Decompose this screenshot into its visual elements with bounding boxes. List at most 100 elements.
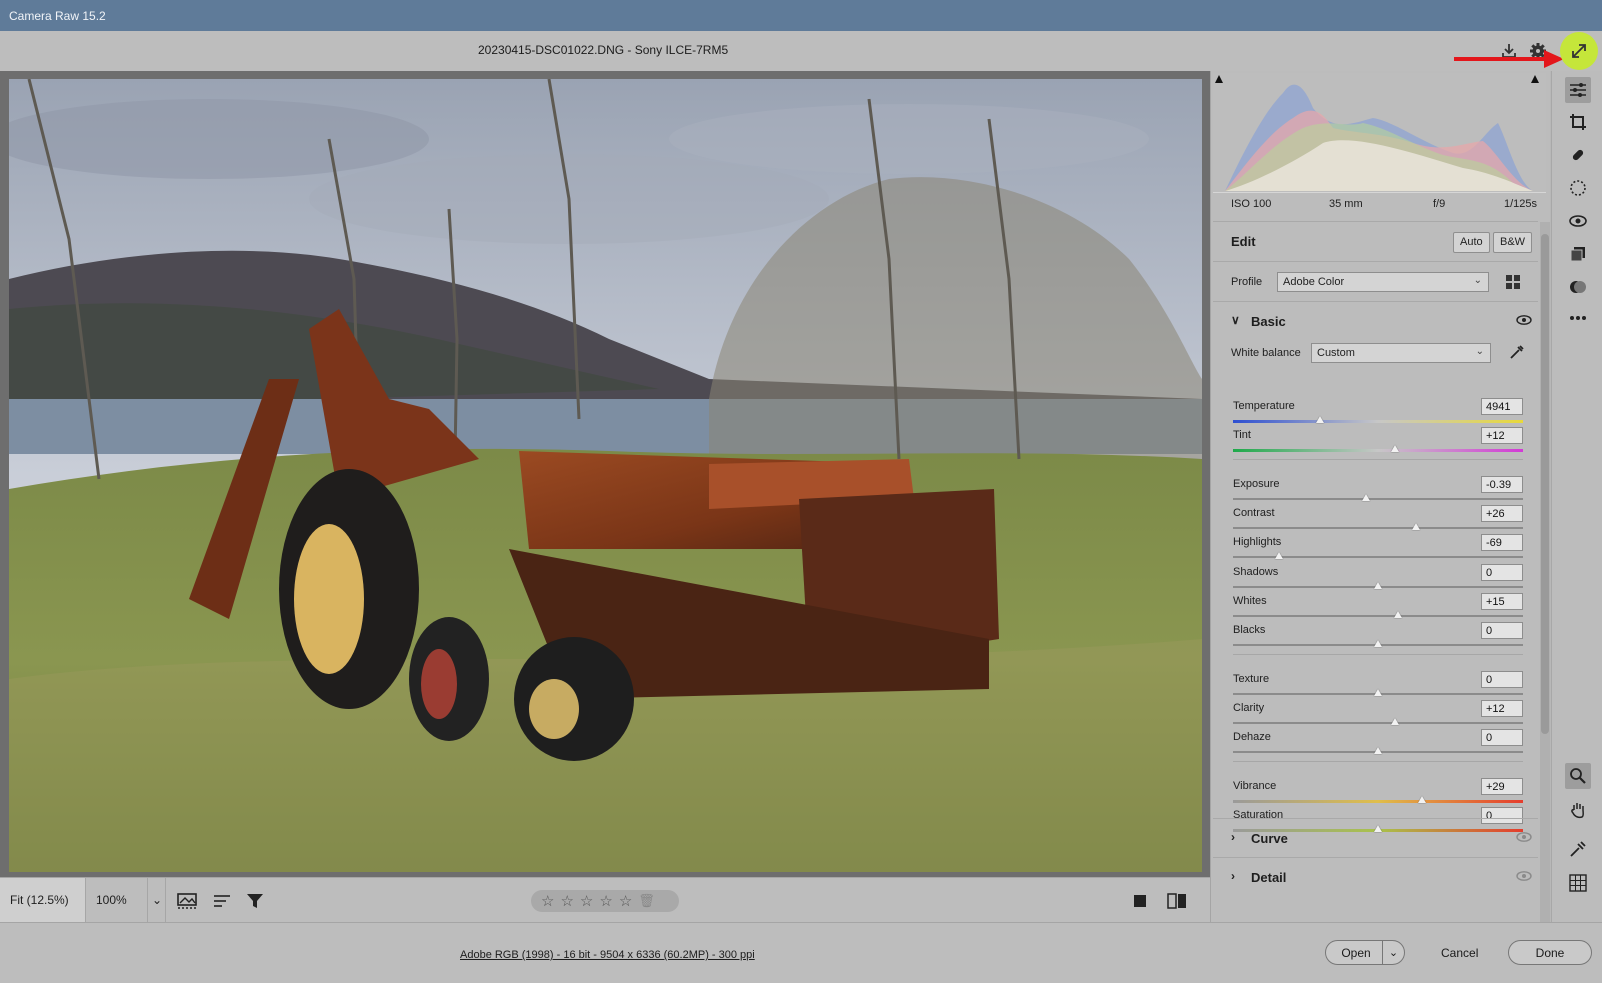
slider-temperature[interactable]: Temperature 4941 (1233, 398, 1523, 428)
chevron-right-icon[interactable]: › (1231, 830, 1235, 844)
done-button[interactable]: Done (1508, 940, 1592, 965)
slider-texture[interactable]: Texture 0 (1233, 671, 1523, 701)
visibility-eye-icon[interactable] (1516, 315, 1532, 325)
color-sampler-icon[interactable] (1565, 836, 1591, 862)
slider-track[interactable] (1233, 449, 1523, 452)
open-button[interactable]: Open ⌄ (1325, 940, 1405, 965)
slider-vibrance[interactable]: Vibrance +29 (1233, 778, 1523, 808)
slider-track[interactable] (1233, 722, 1523, 724)
mask-icon[interactable] (1565, 175, 1591, 201)
filmstrip-icon[interactable] (175, 890, 199, 912)
slider-value-input[interactable]: 0 (1481, 622, 1523, 639)
zoom-100-button[interactable]: 100% (86, 878, 148, 922)
slider-thumb[interactable] (1411, 523, 1420, 530)
before-after-icon[interactable] (1165, 890, 1189, 912)
slider-thumb[interactable] (1394, 611, 1403, 618)
slider-thumb[interactable] (1374, 747, 1382, 754)
workflow-options-link[interactable]: Adobe RGB (1998) - 16 bit - 9504 x 6336 … (460, 949, 755, 961)
eyedropper-icon[interactable] (1509, 344, 1525, 363)
slider-track[interactable] (1233, 420, 1523, 423)
slider-track[interactable] (1233, 498, 1523, 500)
sort-icon[interactable] (210, 890, 234, 912)
slider-thumb[interactable] (1417, 796, 1426, 803)
slider-thumb[interactable] (1391, 718, 1400, 725)
star-icon[interactable]: ☆ (619, 892, 632, 910)
slider-contrast[interactable]: Contrast +26 (1233, 505, 1523, 535)
star-rating[interactable]: ☆ ☆ ☆ ☆ ☆ 🗑 (531, 890, 679, 912)
slider-whites[interactable]: Whites +15 (1233, 593, 1523, 623)
zoom-icon[interactable] (1565, 763, 1591, 789)
star-icon[interactable]: ☆ (541, 892, 554, 910)
slider-thumb[interactable] (1374, 582, 1382, 589)
auto-button[interactable]: Auto (1453, 232, 1490, 253)
slider-track[interactable] (1233, 615, 1523, 617)
slider-value-input[interactable]: -69 (1481, 534, 1523, 551)
star-icon[interactable]: ☆ (580, 892, 593, 910)
slider-shadows[interactable]: Shadows 0 (1233, 564, 1523, 594)
curve-section[interactable]: › Curve (1213, 818, 1538, 857)
detail-section[interactable]: › Detail (1213, 857, 1538, 896)
slider-value-input[interactable]: -0.39 (1481, 476, 1523, 493)
cancel-button[interactable]: Cancel (1441, 946, 1478, 960)
scrollbar-thumb[interactable] (1541, 234, 1549, 734)
bottom-toolbar: Fit (12.5%) 100% ⌄ ☆ ☆ ☆ ☆ ☆ 🗑 (0, 877, 1210, 922)
slider-thumb[interactable] (1374, 640, 1382, 647)
chevron-down-icon[interactable]: ⌄ (1382, 941, 1404, 964)
red-eye-icon[interactable] (1565, 208, 1591, 234)
chevron-down-icon[interactable]: ∨ (1231, 313, 1240, 327)
slider-track[interactable] (1233, 527, 1523, 529)
image-canvas[interactable] (0, 71, 1210, 877)
fullscreen-icon[interactable] (1560, 32, 1598, 70)
slider-exposure[interactable]: Exposure -0.39 (1233, 476, 1523, 506)
crop-icon[interactable] (1565, 109, 1591, 135)
slider-dehaze[interactable]: Dehaze 0 (1233, 729, 1523, 759)
slider-value-input[interactable]: +12 (1481, 700, 1523, 717)
panel-scrollbar[interactable] (1540, 222, 1550, 922)
slider-value-input[interactable]: +26 (1481, 505, 1523, 522)
trash-icon[interactable]: 🗑 (638, 893, 655, 909)
visibility-eye-icon[interactable] (1516, 871, 1532, 881)
slider-label: Exposure (1233, 478, 1280, 490)
basic-title[interactable]: Basic (1251, 314, 1286, 329)
detail-title[interactable]: Detail (1251, 870, 1286, 885)
slider-thumb[interactable] (1316, 416, 1324, 423)
slider-thumb[interactable] (1374, 689, 1382, 696)
presets-icon[interactable] (1565, 274, 1591, 300)
filter-icon[interactable] (243, 890, 267, 912)
hand-icon[interactable] (1565, 797, 1591, 823)
healing-brush-icon[interactable] (1565, 142, 1591, 168)
curve-title[interactable]: Curve (1251, 831, 1288, 846)
slider-blacks[interactable]: Blacks 0 (1233, 622, 1523, 652)
slider-value-input[interactable]: +29 (1481, 778, 1523, 795)
slider-value-input[interactable]: 0 (1481, 564, 1523, 581)
bw-button[interactable]: B&W (1493, 232, 1533, 253)
chevron-right-icon[interactable]: › (1231, 869, 1235, 883)
snapshots-icon[interactable] (1565, 241, 1591, 267)
profile-browser-icon[interactable] (1505, 274, 1521, 293)
white-balance-select[interactable]: Custom ⌄ (1311, 343, 1491, 363)
slider-thumb[interactable] (1362, 494, 1371, 501)
slider-track[interactable] (1233, 800, 1523, 803)
slider-value-input[interactable]: +12 (1481, 427, 1523, 444)
slider-highlights[interactable]: Highlights -69 (1233, 534, 1523, 564)
single-view-icon[interactable] (1128, 890, 1152, 912)
star-icon[interactable]: ☆ (560, 892, 573, 910)
slider-value-input[interactable]: 0 (1481, 729, 1523, 746)
slider-tint[interactable]: Tint +12 (1233, 427, 1523, 457)
grid-icon[interactable] (1565, 870, 1591, 896)
slider-thumb[interactable] (1275, 552, 1284, 559)
slider-value-input[interactable]: 0 (1481, 671, 1523, 688)
more-icon[interactable] (1565, 305, 1591, 331)
star-icon[interactable]: ☆ (599, 892, 612, 910)
profile-value: Adobe Color (1283, 276, 1345, 288)
slider-thumb[interactable] (1391, 445, 1400, 452)
visibility-eye-icon[interactable] (1516, 832, 1532, 842)
zoom-dropdown-icon[interactable]: ⌄ (148, 878, 166, 922)
edit-sliders-icon[interactable] (1565, 77, 1591, 103)
slider-clarity[interactable]: Clarity +12 (1233, 700, 1523, 730)
zoom-fit-button[interactable]: Fit (12.5%) (0, 878, 86, 922)
slider-value-input[interactable]: +15 (1481, 593, 1523, 610)
profile-select[interactable]: Adobe Color ⌄ (1277, 272, 1489, 292)
slider-value-input[interactable]: 4941 (1481, 398, 1523, 415)
photo-preview[interactable] (9, 79, 1202, 872)
